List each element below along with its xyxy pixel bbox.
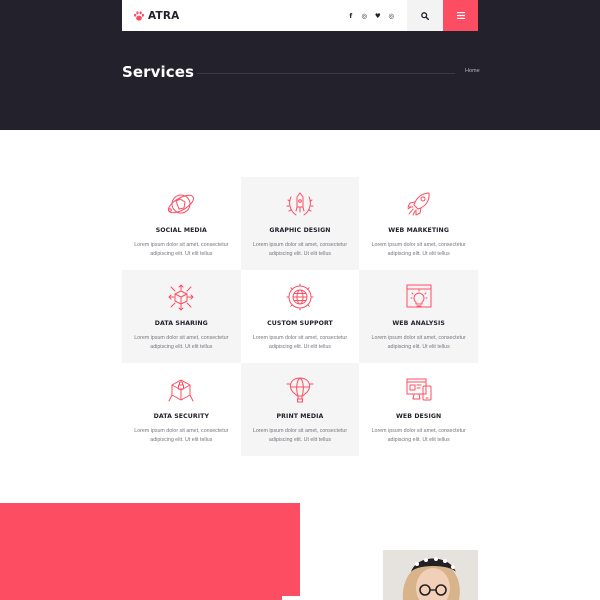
rocket-icon xyxy=(407,192,430,216)
hot-air-balloon-icon xyxy=(286,377,314,403)
service-description: Lorem ipsum dolor sit amet, consectetur … xyxy=(134,242,229,257)
service-card-data-security[interactable]: DATA SECURITY Lorem ipsum dolor sit amet… xyxy=(122,363,241,456)
service-title: SOCIAL MEDIA xyxy=(155,227,207,234)
services-grid: SOCIAL MEDIA Lorem ipsum dolor sit amet,… xyxy=(122,177,478,456)
social-media-icon xyxy=(168,194,195,214)
globe-gear-icon xyxy=(286,283,314,311)
service-title: DATA SHARING xyxy=(154,320,208,327)
service-title: DATA SECURITY xyxy=(153,413,210,420)
service-description: Lorem ipsum dolor sit amet, consectetur … xyxy=(371,335,466,350)
service-description: Lorem ipsum dolor sit amet, consectetur … xyxy=(134,428,229,443)
service-description: Lorem ipsum dolor sit amet, consectetur … xyxy=(252,335,348,350)
service-title: WEB DESIGN xyxy=(396,413,442,420)
service-description: Lorem ipsum dolor sit amet, consectetur … xyxy=(134,335,229,350)
service-card-social-media[interactable]: SOCIAL MEDIA Lorem ipsum dolor sit amet,… xyxy=(122,177,241,270)
instagram-icon[interactable]: ◎ xyxy=(358,12,372,20)
menu-icon xyxy=(456,12,465,19)
service-title: GRAPHIC DESIGN xyxy=(269,227,331,234)
breadcrumb-home[interactable]: Home xyxy=(465,68,480,74)
service-card-data-sharing[interactable]: DATA SHARING Lorem ipsum dolor sit amet,… xyxy=(122,270,241,363)
social-links: f ◎ ♥ ◎ xyxy=(344,0,398,31)
title-divider xyxy=(197,73,455,74)
facebook-icon[interactable]: f xyxy=(344,12,358,20)
promo-tab xyxy=(282,596,377,600)
service-card-web-analysis[interactable]: WEB ANALYSIS Lorem ipsum dolor sit amet,… xyxy=(359,270,478,363)
service-title: PRINT MEDIA xyxy=(276,413,324,420)
page-title: Services xyxy=(122,63,195,81)
dribbble-icon[interactable]: ◎ xyxy=(385,12,399,20)
service-title: WEB ANALYSIS xyxy=(392,320,445,327)
service-description: Lorem ipsum dolor sit amet, consectetur … xyxy=(371,428,466,443)
data-security-icon xyxy=(168,379,194,402)
search-button[interactable] xyxy=(407,0,443,31)
graphic-design-icon xyxy=(286,192,314,216)
search-icon xyxy=(421,11,429,20)
service-description: Lorem ipsum dolor sit amet, consectetur … xyxy=(252,242,348,257)
web-analysis-icon xyxy=(406,284,432,308)
service-card-web-marketing[interactable]: WEB MARKETING Lorem ipsum dolor sit amet… xyxy=(359,177,478,270)
twitter-icon[interactable]: ♥ xyxy=(371,12,385,20)
paw-icon xyxy=(134,10,144,21)
service-description: Lorem ipsum dolor sit amet, consectetur … xyxy=(371,242,466,257)
team-member-photo xyxy=(383,550,478,600)
service-card-web-design[interactable]: WEB DESIGN Lorem ipsum dolor sit amet, c… xyxy=(359,363,478,456)
brand-name: ATRA xyxy=(148,9,180,22)
service-card-print-media[interactable]: PRINT MEDIA Lorem ipsum dolor sit amet, … xyxy=(240,363,360,456)
service-card-graphic-design[interactable]: GRAPHIC DESIGN Lorem ipsum dolor sit ame… xyxy=(240,177,360,270)
data-sharing-icon xyxy=(168,284,194,311)
service-title: CUSTOM SUPPORT xyxy=(267,320,333,327)
service-card-custom-support[interactable]: CUSTOM SUPPORT Lorem ipsum dolor sit ame… xyxy=(241,270,360,363)
web-design-icon xyxy=(406,378,432,401)
promo-block xyxy=(0,503,300,600)
navbar: ATRA f ◎ ♥ ◎ xyxy=(122,0,478,31)
page-header: ATRA f ◎ ♥ ◎ Services Home xyxy=(0,0,600,130)
menu-button[interactable] xyxy=(443,0,478,31)
logo[interactable]: ATRA xyxy=(133,10,180,22)
service-title: WEB MARKETING xyxy=(388,227,450,234)
service-description: Lorem ipsum dolor sit amet, consectetur … xyxy=(252,428,348,443)
